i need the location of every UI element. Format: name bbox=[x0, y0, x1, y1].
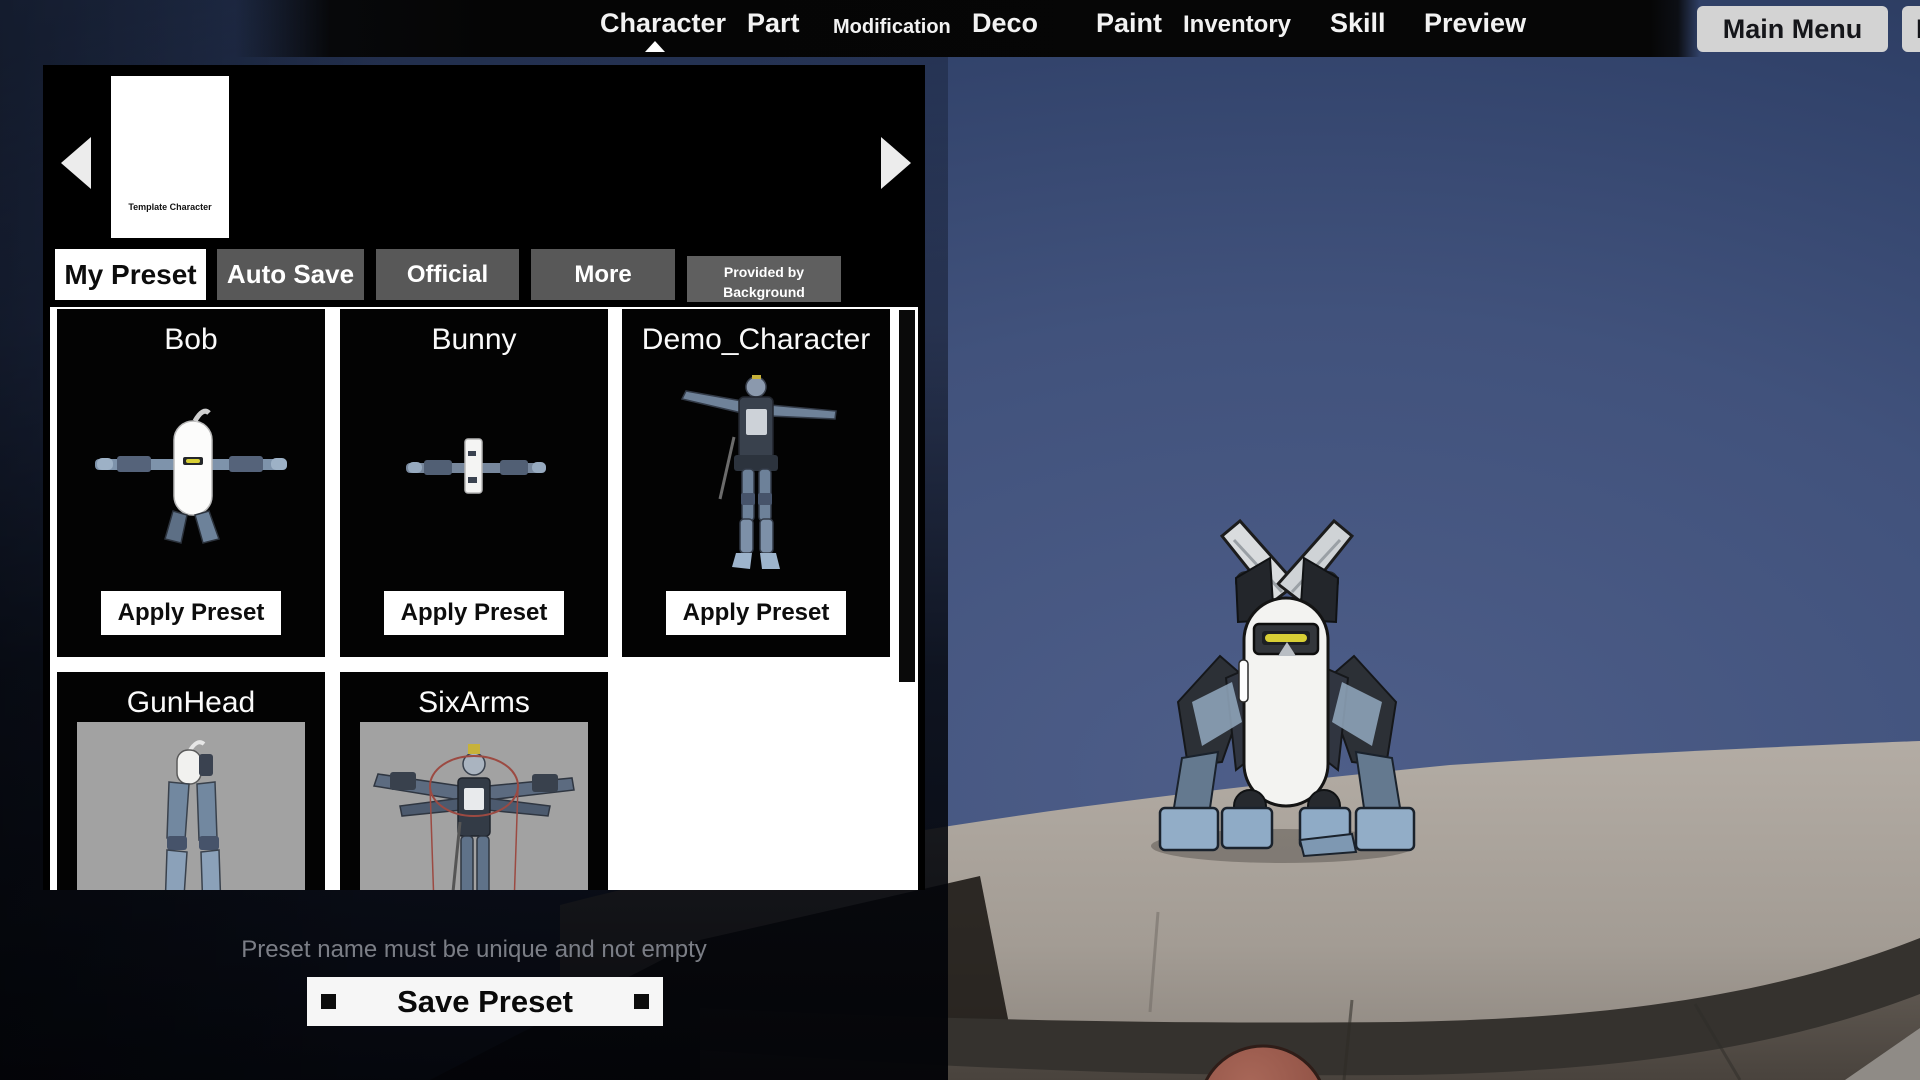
carousel-left-arrow-icon[interactable] bbox=[61, 137, 91, 189]
nav-tab-paint[interactable]: Paint bbox=[1096, 6, 1162, 40]
edge-partial-button[interactable]: E bbox=[1902, 6, 1920, 52]
preset-card-sixarms[interactable]: SixArms bbox=[340, 672, 608, 890]
preset-thumbnail-bunny bbox=[340, 359, 608, 579]
tab-my-preset[interactable]: My Preset bbox=[55, 249, 206, 300]
preset-thumbnail-gunhead bbox=[77, 722, 305, 890]
main-menu-button[interactable]: Main Menu bbox=[1697, 6, 1888, 52]
tab-auto-save[interactable]: Auto Save bbox=[217, 249, 364, 300]
save-preset-label: Save Preset bbox=[397, 984, 573, 1019]
nav-tab-deco[interactable]: Deco bbox=[972, 6, 1038, 40]
carousel-right-arrow-icon[interactable] bbox=[881, 137, 911, 189]
nav-tab-preview[interactable]: Preview bbox=[1424, 6, 1526, 40]
screen: Character Part Modification Deco Paint I… bbox=[0, 0, 1920, 1080]
preset-list: Bob Apply Preset Bunny bbox=[50, 307, 918, 890]
nav-tab-part[interactable]: Part bbox=[747, 6, 800, 40]
nav-tab-skill[interactable]: Skill bbox=[1330, 6, 1386, 40]
preset-name-hint: Preset name must be unique and not empty bbox=[0, 936, 948, 964]
preset-card-bunny[interactable]: Bunny Apply Preset bbox=[340, 309, 608, 657]
preset-name: GunHead bbox=[57, 686, 325, 720]
preset-thumbnail-demo-character bbox=[622, 359, 890, 579]
apply-preset-button[interactable]: Apply Preset bbox=[101, 591, 281, 635]
preset-card-demo-character[interactable]: Demo_Character bbox=[622, 309, 890, 657]
preset-name: Bob bbox=[57, 323, 325, 357]
preset-list-scrollbar-thumb[interactable] bbox=[899, 310, 915, 682]
tab-more-source[interactable]: More Source bbox=[531, 249, 675, 300]
preset-card-gunhead[interactable]: GunHead bbox=[57, 672, 325, 890]
template-character-label: Template Character bbox=[111, 202, 229, 212]
template-character-card[interactable]: Template Character bbox=[111, 76, 229, 238]
square-marker-icon bbox=[634, 994, 649, 1009]
apply-preset-button[interactable]: Apply Preset bbox=[666, 591, 846, 635]
tab-official-preset[interactable]: Official Preset bbox=[376, 249, 519, 300]
tab-provided-by-background[interactable]: Provided by Background bbox=[687, 256, 841, 302]
preset-panel: Template Character My Preset Auto Save O… bbox=[43, 65, 925, 890]
top-nav-bar: Character Part Modification Deco Paint I… bbox=[0, 0, 1920, 57]
preset-name: Demo_Character bbox=[622, 323, 890, 357]
preset-thumbnail-bob bbox=[57, 359, 325, 579]
preset-name: Bunny bbox=[340, 323, 608, 357]
square-marker-icon bbox=[321, 994, 336, 1009]
preset-thumbnail-sixarms bbox=[360, 722, 588, 890]
active-tab-caret-icon bbox=[645, 41, 665, 52]
apply-preset-button[interactable]: Apply Preset bbox=[384, 591, 564, 635]
nav-tab-character[interactable]: Character bbox=[600, 6, 726, 40]
robot-visor bbox=[1254, 624, 1318, 656]
preset-name: SixArms bbox=[340, 686, 608, 720]
nav-tab-inventory[interactable]: Inventory bbox=[1183, 8, 1291, 42]
nav-tab-modification[interactable]: Modification bbox=[833, 10, 951, 44]
save-preset-button[interactable]: Save Preset bbox=[307, 977, 663, 1026]
preset-card-bob[interactable]: Bob Apply Preset bbox=[57, 309, 325, 657]
preset-list-scrollbar-track[interactable] bbox=[896, 307, 918, 890]
